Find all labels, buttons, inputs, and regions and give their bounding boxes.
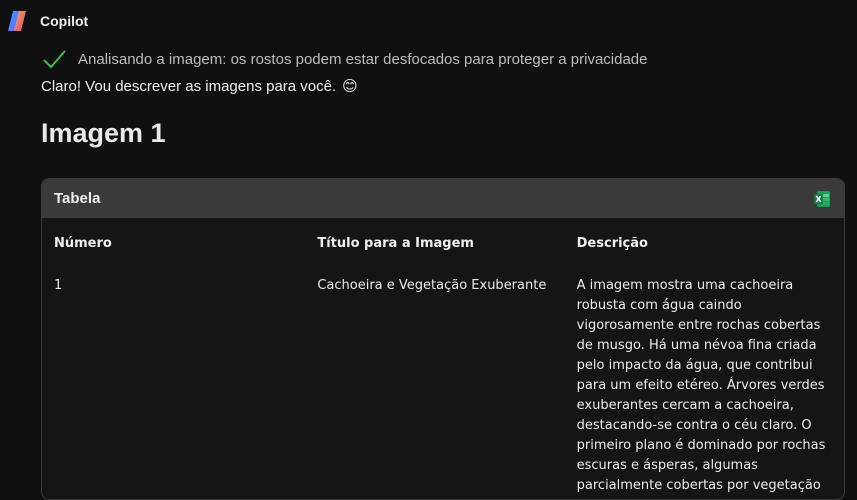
checkmark-icon	[43, 50, 66, 69]
cell-descricao: A imagem mostra uma cachoeira robusta co…	[576, 278, 826, 493]
smile-emoji-icon: 😊	[342, 78, 358, 95]
cell-titulo: Cachoeira e Vegetação Exuberante	[317, 278, 547, 293]
description-table-card: Tabela Número Título para a Imagem Descr…	[41, 178, 845, 500]
analysis-status: Analisando a imagem: os rostos podem est…	[42, 47, 648, 71]
status-text: Analisando a imagem: os rostos podem est…	[78, 50, 648, 68]
column-header-numero: Número	[54, 236, 112, 251]
table-header-row: Número Título para a Imagem Descrição	[42, 226, 844, 259]
excel-icon[interactable]	[813, 190, 831, 208]
column-header-titulo: Título para a Imagem	[317, 236, 474, 251]
copilot-logo-icon	[8, 11, 26, 31]
intro-text: Claro! Vou descrever as imagens para voc…	[41, 77, 337, 95]
app-name: Copilot	[40, 13, 89, 29]
table-title: Tabela	[54, 190, 101, 207]
intro-message: Claro! Vou descrever as imagens para voc…	[41, 77, 358, 96]
description-table: Número Título para a Imagem Descrição 1 …	[42, 226, 844, 496]
image-heading: Imagem 1	[41, 118, 166, 148]
table-header-bar: Tabela	[42, 179, 844, 218]
column-header-descricao: Descrição	[576, 236, 648, 251]
table-row: 1 Cachoeira e Vegetação Exuberante A ima…	[42, 259, 844, 496]
cell-numero: 1	[54, 278, 63, 293]
header: Copilot	[5, 9, 88, 33]
